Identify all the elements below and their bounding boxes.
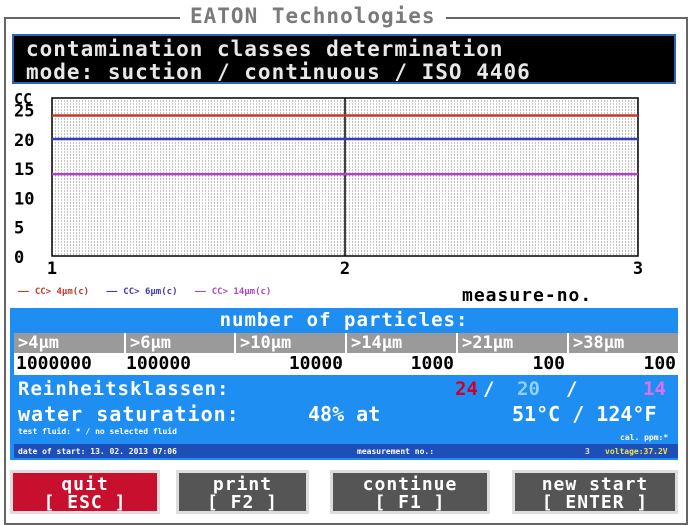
cleanliness-value-6um: 20 — [517, 378, 540, 400]
particles-title: number of particles: — [219, 309, 469, 331]
new-start-button-key: [ ENTER ] — [541, 492, 649, 513]
legend-item-6um: —— CC> 6µm(c) — [106, 287, 178, 297]
voltage-readout: voltage:37.2V — [605, 447, 668, 456]
quit-button[interactable]: quit [ ESC ] — [10, 470, 160, 514]
cleanliness-label: Reinheitsklassen: — [18, 378, 230, 400]
water-saturation-label: water saturation: — [18, 402, 240, 426]
x-tick-label: 2 — [340, 259, 350, 279]
y-tick-label: 0 — [14, 248, 24, 268]
size-header-4um: >4µm — [18, 333, 59, 353]
fluid-temperature: 51°C / 124°F — [512, 402, 657, 426]
count-6um: 100000 — [126, 353, 192, 374]
chart-area: 0 5 10 15 20 25 CC 1 2 3 — [10, 88, 676, 306]
continue-button-key: [ F1 ] — [374, 492, 446, 513]
calibration-info: cal. ppm:* — [620, 433, 669, 442]
count-38um: 100 — [643, 353, 676, 374]
header-line-1: contamination classes determination — [26, 37, 504, 61]
size-header-10um: >10µm — [234, 333, 345, 353]
header-line-2: mode: suction / continuous / ISO 4406 — [26, 60, 531, 84]
y-tick-label: 15 — [14, 160, 34, 180]
cleanliness-value-4um: 24 — [455, 378, 478, 400]
size-header-6um: >6µm — [124, 333, 234, 353]
cleanliness-separator-2: / — [566, 378, 578, 400]
test-fluid-info: test fluid: * / no selected fluid — [18, 427, 177, 436]
count-10um: 10000 — [288, 353, 343, 374]
mode-header: contamination classes determination mode… — [12, 34, 676, 84]
size-header-14um: >14µm — [345, 333, 456, 353]
quit-button-key: [ ESC ] — [43, 492, 127, 513]
x-tick-label: 1 — [47, 259, 57, 279]
brand-title: EATON Technologies — [180, 4, 446, 28]
size-header-21um: >21µm — [456, 333, 567, 353]
print-button-key: [ F2 ] — [206, 492, 279, 513]
y-axis-label: CC — [14, 90, 32, 108]
continue-button[interactable]: continue [ F1 ] — [330, 470, 490, 514]
cleanliness-separator-1: / — [483, 378, 495, 400]
date-of-start: date of start: 13. 02. 2013 07:06 — [18, 447, 177, 456]
legend-item-4um: —— CC> 4µm(c) — [18, 287, 90, 297]
y-tick-label: 20 — [14, 131, 34, 151]
particle-size-row: >4µm >6µm >10µm >14µm >21µm >38µm — [14, 333, 678, 353]
particle-count-row: 1000000 100000 10000 1000 100 100 — [14, 353, 678, 375]
legend-item-14um: —— CC> 14µm(c) — [194, 287, 272, 297]
measurement-label: measurement no.: — [357, 447, 435, 456]
x-axis-label: measure-no. — [462, 285, 593, 306]
count-4um: 1000000 — [16, 353, 92, 374]
y-tick-label: 10 — [14, 189, 34, 209]
y-tick-label: 5 — [14, 219, 24, 239]
size-header-38um: >38µm — [567, 333, 678, 353]
cleanliness-value-14um: 14 — [643, 378, 666, 400]
measurement-number: 3 — [585, 447, 590, 456]
new-start-button[interactable]: new start [ ENTER ] — [512, 470, 678, 514]
chart-legend: —— CC> 4µm(c) —— CC> 6µm(c) —— CC> 14µm(c) — [18, 287, 283, 297]
x-tick-label: 3 — [633, 259, 643, 279]
count-21um: 100 — [532, 353, 565, 374]
count-14um: 1000 — [410, 353, 454, 374]
print-button[interactable]: print [ F2 ] — [176, 470, 309, 514]
water-saturation-value: 48% at — [308, 402, 381, 426]
cc-chart: 0510152025CC1 2 3 — [14, 90, 643, 279]
